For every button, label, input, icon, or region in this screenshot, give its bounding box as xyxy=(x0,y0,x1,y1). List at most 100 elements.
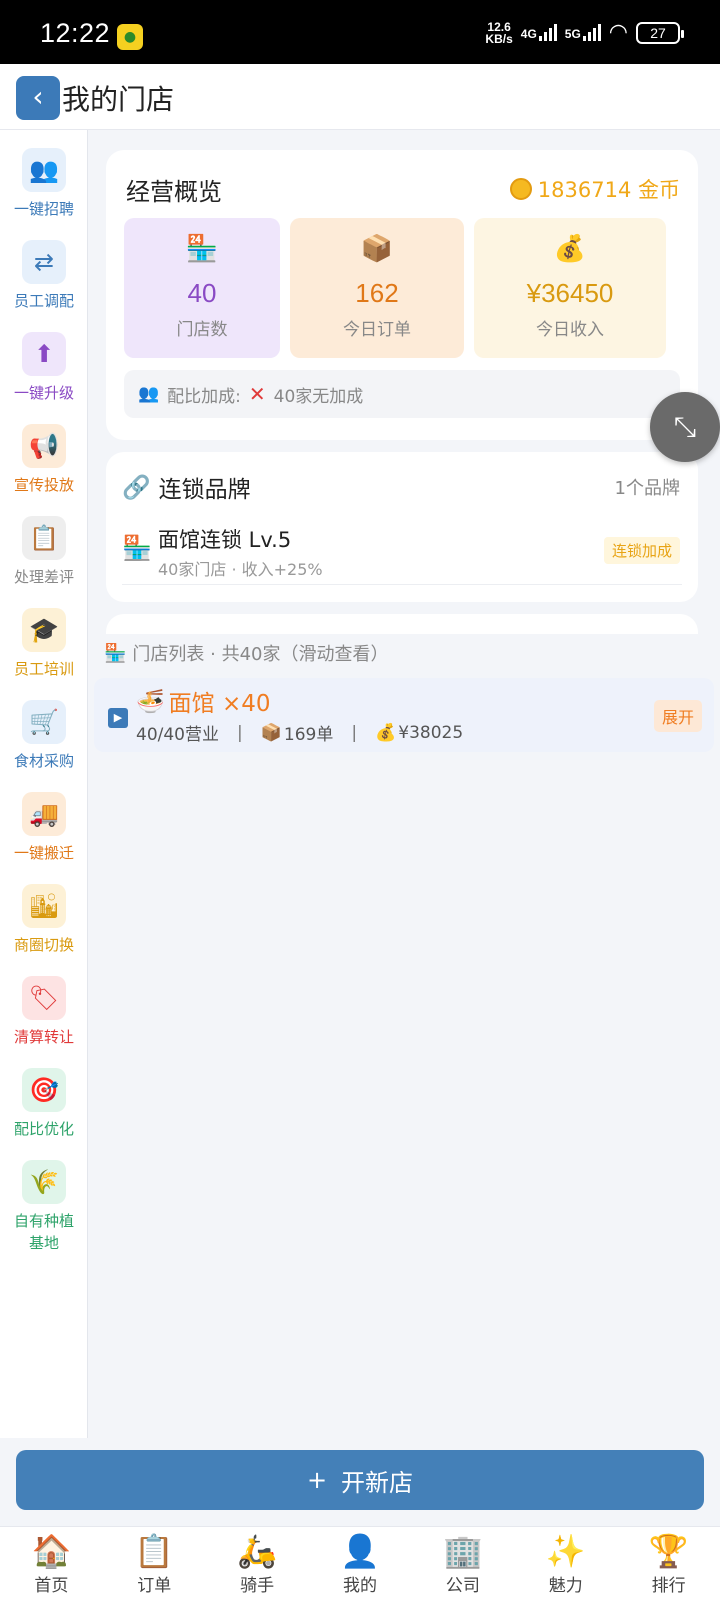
scooter-icon: 🛵 xyxy=(237,1532,278,1570)
plant-icon: 🌾 xyxy=(22,1160,66,1204)
tab-home[interactable]: 🏠 首页 xyxy=(0,1527,103,1601)
coin-icon xyxy=(509,178,532,200)
expand-button[interactable]: 展开 xyxy=(653,700,702,732)
clipboard-icon: 📋 xyxy=(22,516,66,560)
sidebar-item[interactable]: 🏙 商圈切换 xyxy=(0,884,88,956)
money-bag-icon: 💰 xyxy=(553,234,587,264)
graduation-cap-icon: 🎓 xyxy=(22,608,66,652)
store-icon: 🏪 xyxy=(122,534,152,562)
action-sidebar: 👥 一键招聘 ⇄ 员工调配 ⬆ 一键升级 📢 宣传投放 📋 处理差评 🎓 员工培训 🛒 食材采购 🚚 一键搬迁… xyxy=(0,130,88,1438)
brand-section-title: 连锁品牌 xyxy=(158,477,251,503)
tab-sparkle[interactable]: ✨ 魅力 xyxy=(514,1527,617,1601)
package-icon: 📦 xyxy=(360,234,394,264)
store-icon: 🏪 xyxy=(104,642,127,664)
sidebar-item[interactable]: 📢 宣传投放 xyxy=(0,424,88,496)
sidebar-item[interactable]: 🎓 员工培训 xyxy=(0,608,88,680)
upgrade-icon: ⬆ xyxy=(22,332,66,376)
sidebar-item-label: 员工培训 xyxy=(13,660,74,678)
stat-label: 今日收入 xyxy=(536,320,604,340)
people-icon: 👥 xyxy=(138,384,160,404)
app-notification-icon: ● xyxy=(117,24,143,50)
tab-label: 首页 xyxy=(34,1576,69,1596)
tab-order[interactable]: 📋 订单 xyxy=(103,1527,206,1601)
status-indicators: 12.6 KB/s 4G 5G ◠ 27 xyxy=(485,19,684,46)
stat-label: 门店数 xyxy=(176,320,228,340)
sidebar-item[interactable]: ⬆ 一键升级 xyxy=(0,332,88,404)
megaphone-icon: 📢 xyxy=(22,424,66,468)
profile-icon: 👤 xyxy=(340,1532,380,1570)
tab-profile[interactable]: 👤 我的 xyxy=(309,1527,412,1601)
tab-trophy[interactable]: 🏆 排行 xyxy=(617,1527,720,1601)
stat-label: 今日订单 xyxy=(343,320,411,340)
home-icon: 🏠 xyxy=(31,1532,72,1570)
tab-label: 骑手 xyxy=(240,1576,275,1596)
tag-icon: 🏷 xyxy=(22,976,66,1020)
money-bag-icon: 💰 xyxy=(375,722,397,743)
signal-5g-icon: 5G xyxy=(565,24,601,41)
coin-balance: 1836714 金币 xyxy=(509,174,680,204)
collapsed-card xyxy=(106,614,698,634)
brand-count: 1个品牌 xyxy=(614,478,680,499)
battery-icon: 27 xyxy=(636,21,684,44)
brand-name[interactable]: 面馆连锁 Lv.5 xyxy=(158,524,291,554)
store-group-name: 面馆 ×40 xyxy=(168,691,271,717)
wifi-icon: ◠ xyxy=(608,20,628,45)
company-icon: 🏢 xyxy=(442,1532,483,1570)
sidebar-item-label: 商圈切换 xyxy=(13,936,74,954)
shuffle-icon: ⇄ xyxy=(22,240,66,284)
sidebar-item-label: 一键升级 xyxy=(13,384,74,402)
tab-label: 魅力 xyxy=(548,1576,583,1596)
sidebar-item-label: 一键搬迁 xyxy=(13,844,74,862)
stat-value: ¥36450 xyxy=(526,278,614,308)
sparkle-icon: ✨ xyxy=(545,1532,586,1570)
store-group-meta: 40/40营业 | 📦 169单 | 💰 ¥38025 xyxy=(136,722,464,746)
overview-title: 经营概览 xyxy=(126,178,222,206)
store-list-header: 🏪 门店列表 · 共40家（滑动查看） xyxy=(104,642,389,666)
tab-label: 我的 xyxy=(343,1576,377,1596)
sidebar-item[interactable]: 🛒 食材采购 xyxy=(0,700,88,772)
sidebar-item[interactable]: ⇄ 员工调配 xyxy=(0,240,88,312)
trophy-icon: 🏆 xyxy=(648,1532,689,1570)
stat-box: 💰 ¥36450 今日收入 xyxy=(474,218,666,358)
sidebar-item[interactable]: 📋 处理差评 xyxy=(0,516,88,588)
collapse-icon[interactable]: ⤡ xyxy=(650,392,720,462)
sidebar-item[interactable]: 🌾 自有种植基地 xyxy=(0,1160,88,1254)
divider xyxy=(122,584,682,585)
sidebar-item-label: 员工调配 xyxy=(13,292,74,310)
bottom-tab-bar: 🏠 首页 📋 订单 🛵 骑手 👤 我的 🏢 公司 ✨ 魅力 🏆 排行 xyxy=(0,1526,720,1601)
network-speed: 12.6 KB/s xyxy=(485,19,513,46)
chain-brand-card: 🔗 连锁品牌 1个品牌 🏪 面馆连锁 Lv.5 40家门店 · 收入+25% 连… xyxy=(106,452,698,602)
sidebar-item[interactable]: 🚚 一键搬迁 xyxy=(0,792,88,864)
play-icon[interactable]: ▶ xyxy=(108,708,128,728)
ratio-bonus-bar: 👥 配比加成: ✕ 40家无加成 xyxy=(124,370,680,418)
status-bar: 12:22 ● 12.6 KB/s 4G 5G ◠ 27 xyxy=(0,0,720,64)
sidebar-item-label: 清算转让 xyxy=(13,1028,74,1046)
truck-icon: 🚚 xyxy=(22,792,66,836)
store-group-row[interactable]: ▶ 🍜 面馆 ×40 40/40营业 | 📦 169单 | 💰 ¥38025 展… xyxy=(94,678,714,752)
sidebar-item-label: 处理差评 xyxy=(13,568,74,586)
stat-value: 162 xyxy=(355,278,399,308)
package-icon: 📦 xyxy=(260,722,282,743)
sidebar-item[interactable]: 👥 一键招聘 xyxy=(0,148,88,220)
sidebar-item-label: 宣传投放 xyxy=(13,476,74,494)
stat-box: 📦 162 今日订单 xyxy=(290,218,464,358)
tab-scooter[interactable]: 🛵 骑手 xyxy=(206,1527,309,1601)
cart-icon: 🛒 xyxy=(22,700,66,744)
stat-box: 🏪 40 门店数 xyxy=(124,218,280,358)
tab-label: 排行 xyxy=(651,1576,686,1596)
sidebar-item[interactable]: 🎯 配比优化 xyxy=(0,1068,88,1140)
signal-4g-icon: 4G xyxy=(521,24,557,41)
sidebar-item[interactable]: 🏷 清算转让 xyxy=(0,976,88,1048)
stat-value: 40 xyxy=(187,278,217,308)
tab-company[interactable]: 🏢 公司 xyxy=(411,1527,514,1601)
page-title: 我的门店 xyxy=(62,83,175,116)
cross-icon: ✕ xyxy=(248,382,266,406)
brand-subtitle: 40家门店 · 收入+25% xyxy=(158,560,323,579)
sidebar-item-label: 配比优化 xyxy=(13,1120,74,1138)
recruit-icon: 👥 xyxy=(22,148,66,192)
tab-label: 订单 xyxy=(137,1576,172,1596)
target-icon: 🎯 xyxy=(22,1068,66,1112)
back-button[interactable]: ‹ xyxy=(16,76,60,120)
open-new-store-button[interactable]: + 开新店 xyxy=(16,1450,704,1510)
app-header: ‹ 我的门店 xyxy=(0,64,720,130)
